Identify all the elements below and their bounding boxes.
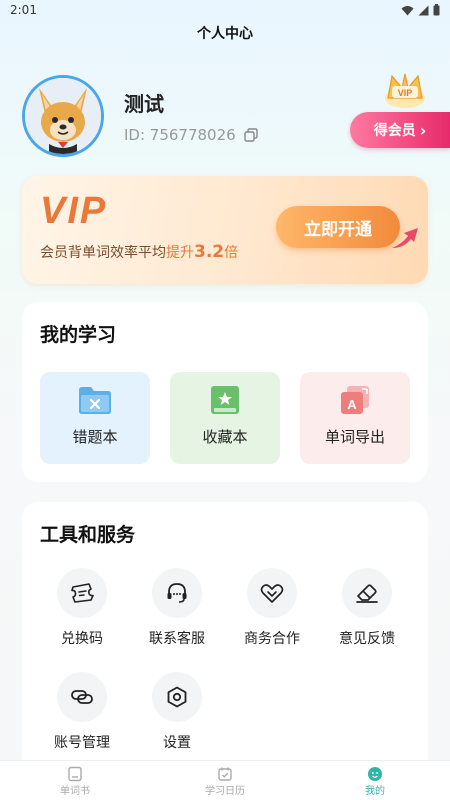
feedback-circle: [342, 568, 392, 618]
nav-item-wordbook[interactable]: 单词书: [0, 761, 150, 800]
copy-icon[interactable]: [243, 128, 258, 142]
headset-icon: [167, 583, 187, 603]
user-name: 测试: [124, 92, 164, 116]
wifi-icon: [401, 5, 414, 15]
battery-icon: [433, 4, 440, 16]
gear-icon: [167, 686, 187, 708]
open-vip-button[interactable]: 立即开通: [276, 206, 400, 248]
account-management-label: 账号管理: [54, 735, 110, 751]
avatar[interactable]: [22, 75, 104, 157]
business-cooperation-circle: [247, 568, 297, 618]
ticket-icon: [71, 583, 94, 603]
favorites-tile[interactable]: 收藏本: [170, 372, 280, 464]
nav-item-mine[interactable]: 我的: [300, 761, 450, 800]
nav-label-mine: 我的: [365, 786, 385, 797]
fox-avatar-icon: [25, 78, 101, 154]
arrow-icon: [392, 228, 418, 248]
word-export-tile[interactable]: A 单词导出: [300, 372, 410, 464]
vip-crown-icon: VIP: [385, 73, 425, 108]
error-book-label: 错题本: [72, 428, 118, 446]
svg-text:A: A: [347, 397, 357, 412]
get-member-button[interactable]: 得会员 ›: [350, 112, 450, 148]
calendar-icon: [218, 767, 232, 781]
link-icon: [71, 690, 93, 704]
word-export-icon: A: [341, 386, 369, 414]
vip-desc-prefix: 会员背单词效率平均: [40, 245, 166, 261]
vip-badge-text: VIP: [398, 88, 413, 98]
user-id-row: ID: 756778026: [124, 126, 258, 144]
nav-item-calendar[interactable]: 学习日历: [150, 761, 300, 800]
settings-item[interactable]: 设置: [137, 672, 217, 752]
settings-label: 设置: [163, 735, 191, 751]
nav-label-calendar: 学习日历: [205, 786, 245, 797]
chevron-right-icon: ›: [419, 120, 427, 140]
feedback-item[interactable]: 意见反馈: [327, 568, 407, 648]
vip-desc-suffix: 倍: [224, 245, 239, 261]
my-study-title: 我的学习: [40, 324, 117, 346]
nav-label-wordbook: 单词书: [60, 786, 90, 797]
account-management-circle: [57, 672, 107, 722]
get-member-label: 得会员: [373, 123, 416, 139]
vip-description: 会员背单词效率平均提升3.2倍: [40, 242, 238, 262]
error-folder-icon: [79, 387, 111, 414]
feedback-label: 意见反馈: [339, 631, 395, 647]
my-study-card: 我的学习 错题本 收藏本 A 单词导出: [22, 302, 428, 482]
account-management-item[interactable]: 账号管理: [42, 672, 122, 752]
redeem-code-item[interactable]: 兑换码: [42, 568, 122, 648]
vip-banner[interactable]: VIP 会员背单词效率平均提升3.2倍 立即开通: [22, 176, 428, 284]
vip-desc-highlight: 提升: [166, 245, 194, 261]
tools-services-card: 工具和服务 兑换码 联系客服 商务合作 意见反馈 账号管理 设置: [22, 502, 428, 772]
business-cooperation-item[interactable]: 商务合作: [232, 568, 312, 648]
business-cooperation-label: 商务合作: [244, 631, 300, 647]
face-icon: [368, 767, 382, 781]
status-icons: [401, 4, 440, 16]
status-bar: 2:01: [0, 0, 450, 20]
word-export-label: 单词导出: [324, 428, 385, 446]
settings-circle: [152, 672, 202, 722]
signal-icon: [418, 5, 429, 15]
status-time: 2:01: [10, 3, 37, 17]
favorites-label: 收藏本: [202, 428, 248, 446]
vip-badge: VIP: [380, 68, 430, 112]
redeem-code-label: 兑换码: [61, 631, 103, 647]
contact-support-item[interactable]: 联系客服: [137, 568, 217, 648]
vip-desc-value: 3.2: [194, 242, 225, 262]
tools-services-title: 工具和服务: [40, 524, 136, 546]
contact-support-circle: [152, 568, 202, 618]
eraser-icon: [356, 584, 378, 603]
vip-title: VIP: [40, 190, 108, 232]
book-icon: [68, 766, 82, 782]
user-id: ID: 756778026: [124, 126, 236, 144]
bottom-nav: 单词书 学习日历 我的: [0, 760, 450, 800]
handshake-icon: [260, 584, 284, 603]
contact-support-label: 联系客服: [149, 631, 205, 647]
bookmark-book-icon: [211, 386, 239, 414]
page-title: 个人中心: [197, 26, 253, 42]
redeem-code-circle: [57, 568, 107, 618]
error-book-tile[interactable]: 错题本: [40, 372, 150, 464]
